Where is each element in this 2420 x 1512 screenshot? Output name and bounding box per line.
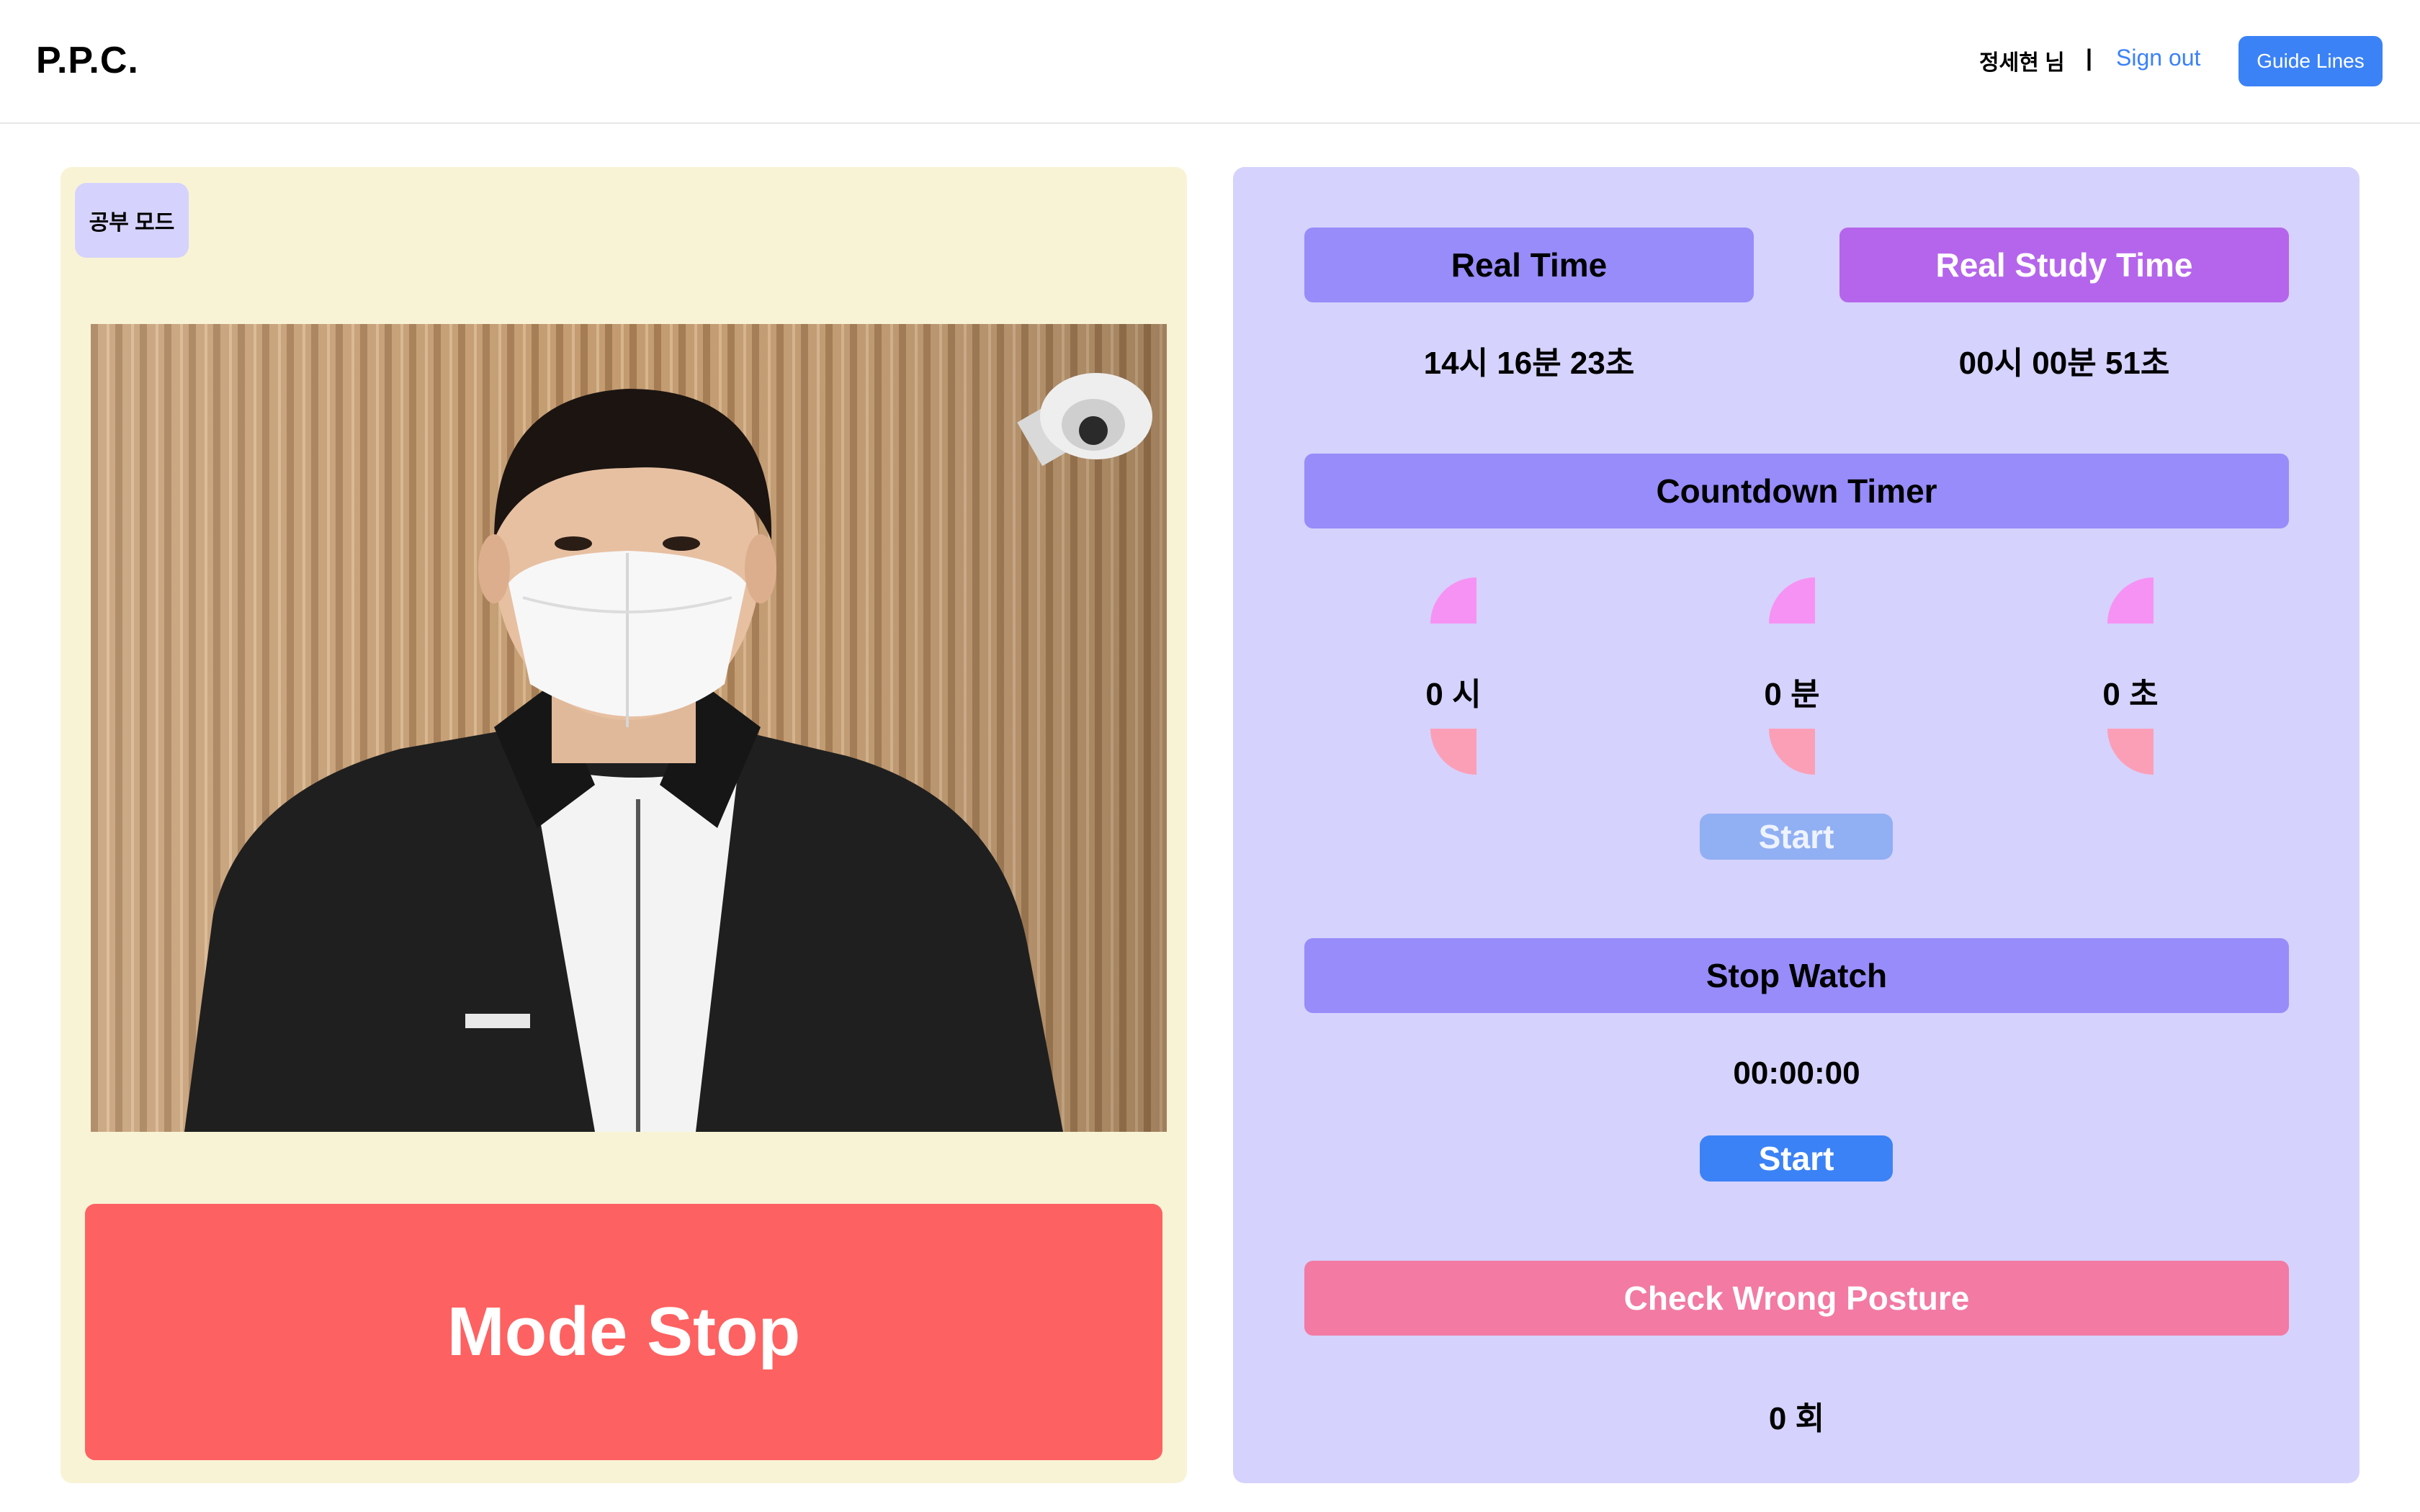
- top-nav: P.P.C. 정세현 님 | Sign out Guide Lines: [0, 0, 2420, 124]
- stopwatch-header: Stop Watch: [1304, 938, 2289, 1013]
- timer-panel: Real Time 14시 16분 23초 Real Study Time 00…: [1233, 167, 2360, 1483]
- real-study-time-value: 00시 00분 51초: [1958, 346, 2170, 381]
- mode-stop-button[interactable]: Mode Stop: [85, 1204, 1162, 1460]
- wrong-posture-count: 0 회: [1768, 1401, 1825, 1436]
- hours-decrement-button[interactable]: [1430, 729, 1476, 775]
- real-time-value: 14시 16분 23초: [1423, 346, 1635, 381]
- countdown-seconds: 0 초: [2102, 677, 2159, 712]
- countdown-timer-header: Countdown Timer: [1304, 454, 2289, 528]
- countdown-start-button[interactable]: Start: [1700, 814, 1893, 860]
- sign-out-link[interactable]: Sign out: [2116, 45, 2200, 71]
- real-time-header: Real Time: [1304, 228, 1754, 302]
- countdown-hours: 0 시: [1425, 677, 1482, 712]
- minutes-increment-button[interactable]: [1769, 577, 1815, 624]
- stopwatch-value: 00:00:00: [1733, 1056, 1860, 1091]
- user-name: 정세현 님: [1979, 51, 2065, 75]
- webcam-feed: [91, 324, 1167, 1132]
- guide-lines-button[interactable]: Guide Lines: [2238, 36, 2383, 86]
- countdown-minutes: 0 분: [1764, 677, 1820, 712]
- webcam-image: [91, 324, 1167, 1132]
- seconds-increment-button[interactable]: [2107, 577, 2154, 624]
- study-mode-panel: 공부 모드 Mode Stop: [60, 167, 1187, 1483]
- wrong-posture-header: Check Wrong Posture: [1304, 1261, 2289, 1336]
- stopwatch-start-button[interactable]: Start: [1700, 1135, 1893, 1182]
- app-logo[interactable]: P.P.C.: [36, 39, 139, 82]
- real-study-time-header: Real Study Time: [1839, 228, 2289, 302]
- hours-increment-button[interactable]: [1430, 577, 1476, 624]
- nav-divider: |: [2086, 45, 2092, 71]
- seconds-decrement-button[interactable]: [2107, 729, 2154, 775]
- study-mode-badge: 공부 모드: [75, 183, 189, 258]
- minutes-decrement-button[interactable]: [1769, 729, 1815, 775]
